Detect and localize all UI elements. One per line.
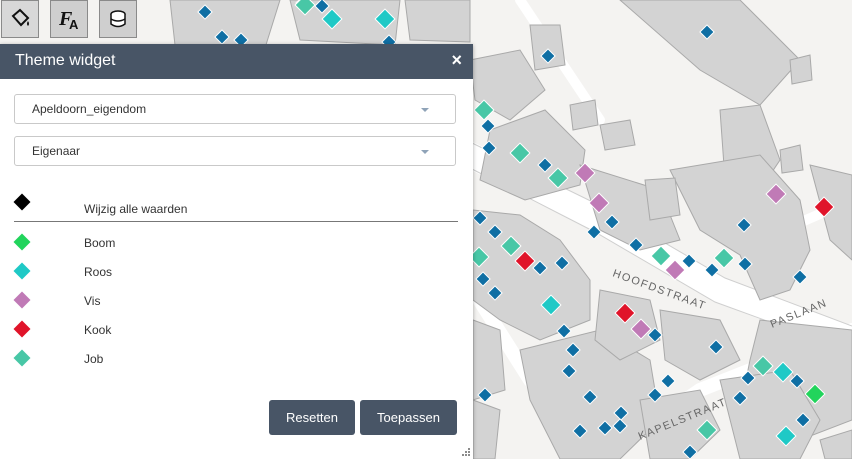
color-swatch-icon[interactable] <box>13 349 31 367</box>
color-swatch-icon[interactable] <box>13 262 31 280</box>
legend-item-boom[interactable]: Boom <box>0 231 473 255</box>
apply-button[interactable]: Toepassen <box>360 400 457 435</box>
legend-item-kook[interactable]: Kook <box>0 318 473 342</box>
legend-label: Boom <box>84 236 116 250</box>
theme-tool-button[interactable] <box>1 0 39 38</box>
legend-label: Roos <box>84 265 113 279</box>
legend-label: Kook <box>84 323 112 337</box>
svg-text:A: A <box>69 17 79 32</box>
all-values-label: Wijzig alle waarden <box>84 202 188 216</box>
panel-header: Theme widget × <box>0 44 473 79</box>
color-swatch-icon[interactable] <box>13 233 31 251</box>
all-values-row[interactable]: Wijzig alle waarden <box>0 191 473 216</box>
label-tool-button[interactable]: F A <box>50 0 88 38</box>
diamond-icon[interactable] <box>13 193 31 211</box>
color-swatch-icon[interactable] <box>13 320 31 338</box>
resize-handle-icon[interactable] <box>461 447 471 457</box>
paint-bucket-icon <box>11 8 30 27</box>
legend-label: Job <box>84 352 104 366</box>
theme-widget-panel: Theme widget × Apeldoorn_eigendom Eigena… <box>0 44 473 459</box>
font-label-icon: F A <box>58 8 79 32</box>
chevron-down-icon <box>421 150 429 154</box>
legend-item-vis[interactable]: Vis <box>0 289 473 313</box>
color-swatch-icon[interactable] <box>13 291 31 309</box>
layers-tool-button[interactable] <box>99 0 137 38</box>
legend-item-roos[interactable]: Roos <box>0 260 473 284</box>
database-stack-icon <box>110 10 126 28</box>
reset-button[interactable]: Resetten <box>269 400 355 435</box>
legend-item-job[interactable]: Job <box>0 347 473 371</box>
legend-divider <box>14 221 458 222</box>
layer-select-value: Apeldoorn_eigendom <box>32 102 147 116</box>
panel-title: Theme widget <box>15 52 116 69</box>
field-select-value: Eigenaar <box>32 144 81 158</box>
field-select[interactable]: Eigenaar <box>14 136 456 166</box>
legend-label: Vis <box>84 294 101 308</box>
layer-select[interactable]: Apeldoorn_eigendom <box>14 94 456 124</box>
close-button[interactable]: × <box>451 50 462 71</box>
chevron-down-icon <box>421 108 429 112</box>
